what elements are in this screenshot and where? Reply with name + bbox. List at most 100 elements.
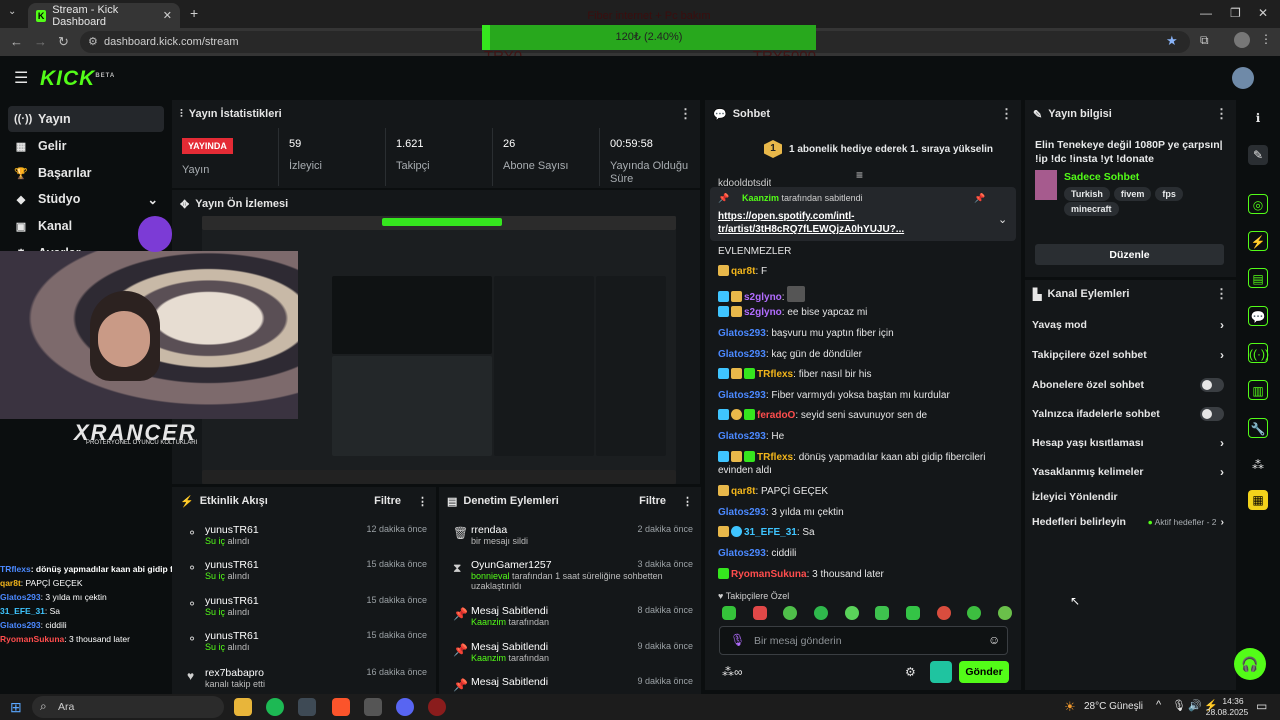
gift-banner[interactable]: 1 abonelik hediye ederek 1. sıraya yükse… <box>789 144 993 155</box>
banned-words-row[interactable]: Yasaklanmış kelimeler › <box>1032 465 1224 479</box>
account-age-row[interactable]: Hesap yaşı kısıtlaması › <box>1032 436 1224 450</box>
emoji-icon[interactable]: ☺ <box>988 633 1000 647</box>
site-info-icon[interactable]: ⚙ <box>88 31 98 53</box>
tag[interactable]: fivem <box>1113 187 1152 201</box>
activity-filter-button[interactable]: Filtre <box>374 495 401 507</box>
moderation-filter-button[interactable]: Filtre <box>639 495 666 507</box>
sidebar-item-gelir[interactable]: ▦ Gelir <box>8 133 164 159</box>
heart-icon: ♥ <box>187 669 195 683</box>
edit-rail-icon[interactable]: ✎ <box>1248 145 1268 165</box>
back-icon[interactable]: ← <box>10 34 23 49</box>
obs-icon[interactable] <box>428 698 446 716</box>
rail-bolt-icon[interactable]: ⚡ <box>1248 231 1268 251</box>
emote-button[interactable] <box>936 606 951 620</box>
subs-only-toggle[interactable] <box>1200 378 1224 392</box>
clock-date[interactable]: 28.08.2025 <box>1203 707 1251 717</box>
pinned-message[interactable]: 📌 Kaanzim tarafından sabitlendi 📌 https:… <box>710 187 1016 241</box>
rail-chat-icon[interactable]: 💬 <box>1248 306 1268 326</box>
activity-menu-icon[interactable]: ⋮ <box>417 495 428 508</box>
file-explorer-icon[interactable] <box>234 698 252 716</box>
close-window-icon[interactable]: ✕ <box>1258 6 1268 20</box>
trash-icon: 🗑 <box>453 526 469 540</box>
emote-button[interactable] <box>813 606 828 620</box>
send-button[interactable]: Gönder <box>959 661 1009 683</box>
slow-mode-row[interactable]: Yavaş mod › <box>1032 318 1224 332</box>
support-headset-icon[interactable]: 🎧 <box>1234 648 1266 680</box>
tag[interactable]: minecraft <box>1064 202 1119 216</box>
followers-only-row[interactable]: Takipçilere özel sohbet › <box>1032 348 1224 362</box>
kick-logo[interactable]: KICKBETA <box>40 67 115 91</box>
tag[interactable]: fps <box>1155 187 1183 201</box>
chat-menu-icon[interactable]: ⋮ <box>1000 106 1013 122</box>
brave-icon[interactable] <box>332 698 350 716</box>
emote-button[interactable] <box>997 606 1012 620</box>
emote-button[interactable] <box>967 606 982 620</box>
chat-extension-icon[interactable] <box>930 661 952 683</box>
tray-chevron-icon[interactable]: ^ <box>1156 699 1161 711</box>
emote-button[interactable] <box>783 606 798 620</box>
emote-button[interactable] <box>875 606 890 620</box>
chat-settings-icon[interactable]: ⚙ <box>905 665 916 679</box>
rail-wrench-icon[interactable]: 🔧 <box>1248 418 1268 438</box>
clock-time[interactable]: 14:36 <box>1216 696 1250 706</box>
bookmark-star-icon[interactable]: ★ <box>1166 33 1178 49</box>
chat-input[interactable]: 🎙 Bir mesaj gönderin ☺ <box>719 626 1008 655</box>
sidebar-item-studyo[interactable]: ◆ Stüdyo ⌄ <box>8 186 164 212</box>
raid-row[interactable]: İzleyici Yönlendir <box>1032 491 1224 503</box>
activity-item: ⚬ yunusTR61 Su iç alındı 15 dakika önce <box>187 595 427 617</box>
taskbar-search[interactable]: ⌕ Ara <box>32 696 224 718</box>
chevron-down-icon[interactable]: ⌄ <box>998 213 1007 226</box>
discord-icon[interactable] <box>396 698 414 716</box>
new-tab-icon[interactable]: + <box>190 5 198 21</box>
chevron-right-icon: › <box>1220 318 1224 332</box>
sidebar-item-basarilar[interactable]: 🏆 Başarılar <box>8 160 164 186</box>
rail-nodes-icon[interactable]: ⁂ <box>1248 455 1268 475</box>
emote-button[interactable] <box>905 606 920 620</box>
forward-icon[interactable]: → <box>34 34 47 49</box>
category-name[interactable]: Sadece Sohbet <box>1064 171 1139 183</box>
unpin-icon[interactable]: 📌 <box>974 193 985 204</box>
browser-tab[interactable]: K Stream - Kick Dashboard ✕ <box>28 3 180 28</box>
profile-avatar[interactable] <box>1234 32 1250 48</box>
emote-button[interactable] <box>752 606 767 620</box>
tab-search-icon[interactable]: ⌄ <box>8 6 16 17</box>
volume-icon[interactable]: 🔊 <box>1188 699 1202 712</box>
mic-tray-icon[interactable]: 🎙 <box>1172 699 1186 712</box>
stats-menu-icon[interactable]: ⋮ <box>679 106 692 122</box>
spotify-icon[interactable] <box>266 698 284 716</box>
windows-start-icon[interactable]: ⊞ <box>10 699 22 716</box>
weather-text[interactable]: 28°C Güneşli <box>1084 701 1143 712</box>
stream-info-menu-icon[interactable]: ⋮ <box>1215 106 1228 122</box>
browser-menu-icon[interactable]: ⋮ <box>1260 32 1272 46</box>
rail-screen-icon[interactable]: ◎ <box>1248 194 1268 214</box>
app-icon[interactable] <box>364 698 382 716</box>
chat-expand-icon[interactable]: ≡ <box>856 168 863 182</box>
reload-icon[interactable]: ↻ <box>58 34 69 50</box>
user-avatar[interactable] <box>1232 67 1254 89</box>
goals-row[interactable]: Hedefleri belirleyin ● Aktif hedefler - 2… <box>1032 516 1224 528</box>
emote-button[interactable] <box>722 606 736 620</box>
row-label: Abonelere özel sohbet <box>1032 379 1145 391</box>
emote-button[interactable] <box>844 606 859 620</box>
sidebar-item-yayin[interactable]: ((·)) Yayın <box>8 106 164 132</box>
restore-icon[interactable]: ❐ <box>1230 6 1241 20</box>
minimize-icon[interactable]: — <box>1200 6 1212 20</box>
chrome-icon[interactable] <box>298 698 316 716</box>
moderation-menu-icon[interactable]: ⋮ <box>682 495 693 508</box>
rail-clip-icon[interactable]: ▦ <box>1248 490 1268 510</box>
rail-tools-icon[interactable]: ▥ <box>1248 380 1268 400</box>
rail-list-icon[interactable]: ▤ <box>1248 268 1268 288</box>
chat-tools-icon[interactable]: ⁂∞ <box>722 665 743 679</box>
edit-button[interactable]: Düzenle <box>1035 244 1224 265</box>
emotes-only-toggle[interactable] <box>1200 407 1224 421</box>
extensions-icon[interactable]: ⧉ <box>1200 33 1209 48</box>
tag[interactable]: Turkish <box>1064 187 1110 201</box>
notification-icon[interactable]: ▭ <box>1256 699 1267 713</box>
pinned-link[interactable]: https://open.spotify.com/intl-tr/artist/… <box>718 210 958 236</box>
chat-header: 💬 Sohbet ⋮ <box>705 100 1021 128</box>
channel-actions-menu-icon[interactable]: ⋮ <box>1215 286 1228 302</box>
close-tab-icon[interactable]: ✕ <box>163 9 172 22</box>
info-icon[interactable]: ℹ <box>1248 108 1268 128</box>
menu-hamburger-icon[interactable]: ☰ <box>14 68 28 88</box>
rail-broadcast-icon[interactable]: ((·)) <box>1248 343 1269 363</box>
